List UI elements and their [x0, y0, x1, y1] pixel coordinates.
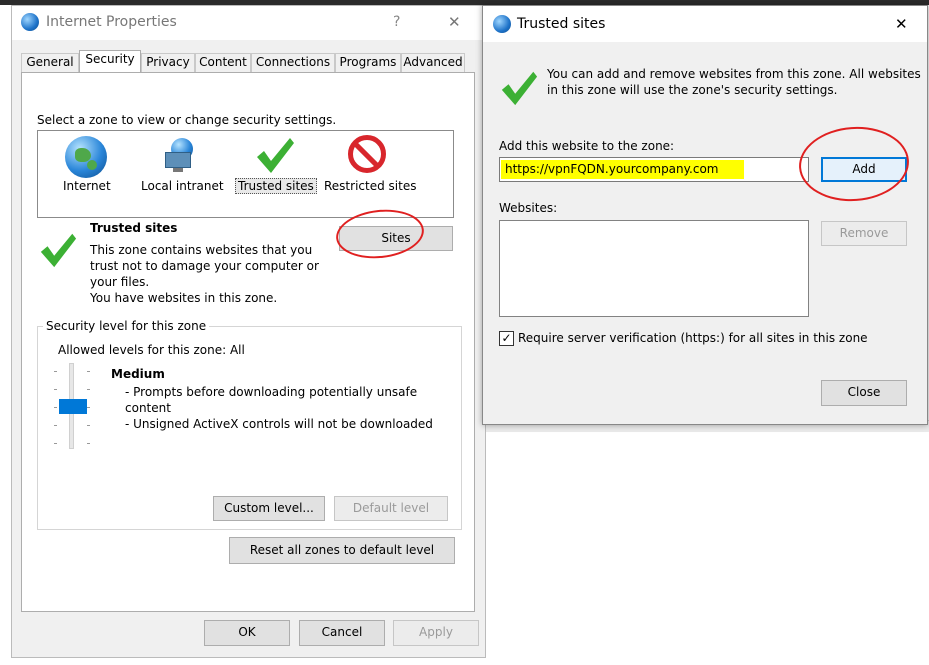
- zone-description: trust not to damage your computer or: [90, 259, 319, 273]
- tab-programs[interactable]: Programs: [335, 53, 401, 72]
- zone-restricted-sites[interactable]: Restricted sites: [324, 179, 416, 193]
- close-icon[interactable]: ✕: [448, 13, 461, 31]
- level-description: content: [125, 401, 171, 415]
- require-https-checkbox[interactable]: ✓: [499, 331, 514, 346]
- allowed-levels-label: Allowed levels for this zone: All: [58, 343, 245, 357]
- globe-icon: [493, 15, 511, 33]
- reset-all-zones-button[interactable]: Reset all zones to default level: [229, 537, 455, 564]
- dialog-title: Trusted sites: [517, 16, 606, 32]
- level-description: - Prompts before downloading potentially…: [125, 385, 418, 399]
- add-website-input[interactable]: https://vpnFQDN.yourcompany.com: [499, 157, 809, 182]
- default-level-button[interactable]: Default level: [334, 496, 448, 521]
- trusted-sites-check-icon: [501, 71, 538, 106]
- tab-advanced[interactable]: Advanced: [401, 53, 465, 72]
- tab-connections[interactable]: Connections: [251, 53, 335, 72]
- title-bar: Trusted sites ✕: [483, 6, 927, 42]
- tab-content[interactable]: Content: [195, 53, 251, 72]
- level-name: Medium: [111, 367, 165, 381]
- internet-globe-icon[interactable]: [65, 136, 107, 178]
- trusted-sites-check-icon: [40, 233, 77, 268]
- zone-internet[interactable]: Internet: [63, 179, 111, 193]
- help-icon[interactable]: ?: [393, 14, 400, 30]
- local-intranet-icon[interactable]: [165, 138, 199, 172]
- tab-security[interactable]: Security: [79, 50, 141, 74]
- remove-button[interactable]: Remove: [821, 221, 907, 246]
- zone-description: your files.: [90, 275, 150, 289]
- security-level-slider[interactable]: [53, 363, 93, 453]
- internet-properties-window: Internet Properties ? ✕ General Security…: [11, 5, 486, 658]
- ok-button[interactable]: OK: [204, 620, 290, 646]
- trusted-sites-dialog: Trusted sites ✕ You can add and remove w…: [482, 5, 928, 425]
- info-text: You can add and remove websites from thi…: [547, 67, 921, 81]
- apply-button[interactable]: Apply: [393, 620, 479, 646]
- custom-level-button[interactable]: Custom level...: [213, 496, 325, 521]
- zone-local-intranet[interactable]: Local intranet: [141, 179, 224, 193]
- require-https-label[interactable]: Require server verification (https:) for…: [518, 331, 868, 345]
- info-text: in this zone will use the zone's securit…: [547, 83, 838, 97]
- add-website-label: Add this website to the zone:: [499, 139, 675, 153]
- close-button[interactable]: Close: [821, 380, 907, 406]
- websites-list[interactable]: [499, 220, 809, 317]
- group-title: Security level for this zone: [43, 319, 210, 333]
- zone-heading: Trusted sites: [90, 221, 178, 235]
- restricted-sites-icon[interactable]: [348, 135, 386, 173]
- window-title: Internet Properties: [46, 14, 177, 30]
- cancel-button[interactable]: Cancel: [299, 620, 385, 646]
- annotation-circle: [796, 123, 912, 205]
- zone-list: Internet Local intranet Trusted sites Re…: [37, 130, 454, 218]
- trusted-sites-check-icon[interactable]: [254, 135, 296, 175]
- slider-thumb[interactable]: [59, 399, 87, 414]
- zone-trusted-sites[interactable]: Trusted sites: [235, 178, 317, 194]
- tab-general[interactable]: General: [21, 53, 79, 72]
- url-value: https://vpnFQDN.yourcompany.com: [501, 160, 745, 179]
- select-zone-prompt: Select a zone to view or change security…: [37, 113, 337, 127]
- tab-privacy[interactable]: Privacy: [141, 53, 195, 72]
- level-description: - Unsigned ActiveX controls will not be …: [125, 417, 433, 431]
- security-panel: Select a zone to view or change security…: [21, 72, 475, 612]
- close-icon[interactable]: ✕: [895, 15, 908, 33]
- zone-description: You have websites in this zone.: [90, 291, 278, 305]
- title-bar: Internet Properties ? ✕: [12, 6, 485, 40]
- websites-label: Websites:: [499, 201, 558, 215]
- zone-description: This zone contains websites that you: [90, 243, 313, 257]
- globe-icon: [21, 13, 39, 31]
